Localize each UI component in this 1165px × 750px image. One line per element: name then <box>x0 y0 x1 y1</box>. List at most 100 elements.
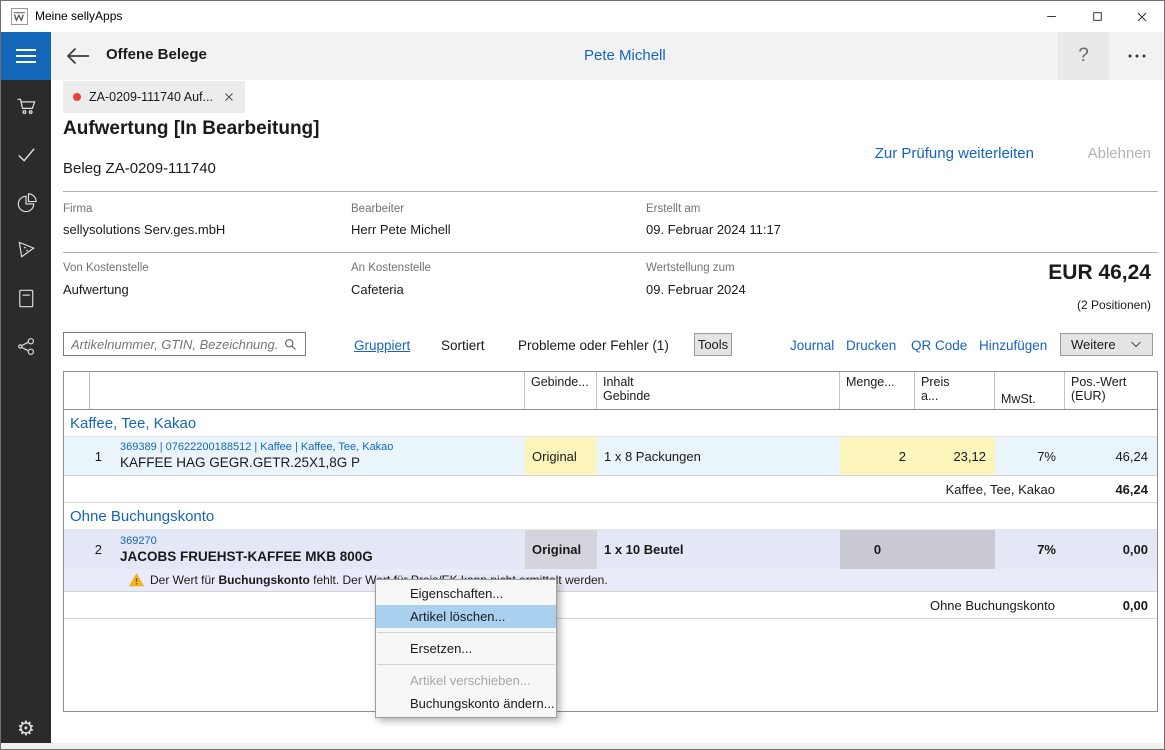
sidebar-item-share[interactable] <box>1 323 51 369</box>
group-footer: Kaffee, Tee, Kakao 46,24 <box>64 475 1157 503</box>
divider <box>63 191 1158 192</box>
field-label-firma: Firma <box>63 203 92 215</box>
sidebar-item-tasks[interactable] <box>1 131 51 177</box>
menu-item-buchungskonto-aendern[interactable]: Buchungskonto ändern... <box>376 692 556 715</box>
menu-item-artikel-verschieben: Artikel verschieben... <box>376 669 556 692</box>
user-name[interactable]: Pete Michell <box>584 47 666 64</box>
group-header-kaffee-tee-kakao[interactable]: Kaffee, Tee, Kakao <box>64 410 1157 437</box>
mwst-cell: 7% <box>995 530 1065 569</box>
probleme-oder-fehler-link[interactable]: Probleme oder Fehler (1) <box>518 338 669 353</box>
pos-wert-cell: 0,00 <box>1065 530 1157 569</box>
field-label-bearbeiter: Bearbeiter <box>351 203 404 215</box>
field-value-firma: sellysolutions Serv.ges.mbH <box>63 222 225 237</box>
weitere-label: Weitere <box>1071 337 1116 352</box>
article-name: JACOBS FRUEHST-KAFFEE MKB 800G <box>120 548 373 565</box>
row-number: 1 <box>64 449 102 464</box>
field-label-erstellt: Erstellt am <box>646 203 700 215</box>
page-title: Offene Belege <box>106 46 207 63</box>
sidebar-item-reports[interactable] <box>1 179 51 225</box>
document-tab[interactable]: ZA-0209-111740 Auf... <box>63 81 245 113</box>
group-footer-value: 46,24 <box>1065 476 1157 502</box>
gruppiert-link[interactable]: Gruppiert <box>354 338 410 353</box>
field-label-wertstellung: Wertstellung zum <box>646 262 735 274</box>
col-header-menge[interactable]: Menge... <box>840 372 915 409</box>
menu-item-ersetzen[interactable]: Ersetzen... <box>376 637 556 660</box>
question-mark-icon: ? <box>1078 45 1089 67</box>
field-value-von-kostenstelle: Aufwertung <box>63 282 129 297</box>
maximize-button[interactable] <box>1074 1 1120 32</box>
sortiert-link[interactable]: Sortiert <box>441 338 485 353</box>
back-arrow-icon <box>65 45 91 67</box>
mwst-cell: 7% <box>995 437 1065 475</box>
sidebar: ⚙ <box>1 80 51 743</box>
pennant-icon <box>15 239 38 262</box>
article-name: KAFFEE HAG GEGR.GETR.25X1,8G P <box>120 454 393 471</box>
pos-wert-cell: 46,24 <box>1065 437 1157 475</box>
tools-button[interactable]: Tools <box>694 333 732 356</box>
field-value-wertstellung: 09. Februar 2024 <box>646 282 746 297</box>
article-meta: 369270 <box>120 535 373 548</box>
sidebar-item-offers[interactable] <box>1 227 51 273</box>
tab-close-icon[interactable] <box>223 91 235 103</box>
position-count: (2 Positionen) <box>1077 298 1151 312</box>
more-options-button[interactable] <box>1112 32 1162 80</box>
drucken-link[interactable]: Drucken <box>846 338 896 353</box>
journal-link[interactable]: Journal <box>790 338 834 353</box>
table-row[interactable]: 2 369270 JACOBS FRUEHST-KAFFEE MKB 800G … <box>64 530 1157 569</box>
divider <box>63 252 1158 253</box>
chevron-down-icon <box>1130 340 1142 349</box>
inhalt-cell: 1 x 10 Beutel <box>597 530 840 569</box>
sidebar-item-cart[interactable] <box>1 83 51 129</box>
close-button[interactable] <box>1119 1 1165 32</box>
warning-icon <box>129 573 144 587</box>
share-network-icon <box>15 335 38 358</box>
preis-cell[interactable]: 23,12 <box>915 437 995 475</box>
table-header-row: Gebinde... InhaltGebinde Menge... Preisa… <box>64 372 1157 410</box>
document-subtitle: Beleg ZA-0209-111740 <box>63 160 216 177</box>
group-header-ohne-buchungskonto[interactable]: Ohne Buchungskonto <box>64 503 1157 530</box>
group-footer-label: Ohne Buchungskonto <box>64 592 1065 618</box>
field-label-an-kostenstelle: An Kostenstelle <box>351 262 431 274</box>
col-header-mwst[interactable]: MwSt. <box>995 372 1065 409</box>
gebinde-cell[interactable]: Original <box>525 530 597 569</box>
col-header-pos-wert[interactable]: Pos.-Wert(EUR) <box>1065 372 1157 409</box>
search-icon <box>283 337 298 352</box>
menge-cell[interactable]: 2 <box>840 437 915 475</box>
menu-item-eigenschaften[interactable]: Eigenschaften... <box>376 582 556 605</box>
menge-cell[interactable]: 0 <box>840 530 995 569</box>
search-input[interactable] <box>64 337 283 352</box>
total-amount: EUR 46,24 <box>1048 261 1151 285</box>
back-button[interactable] <box>65 43 95 69</box>
menu-item-artikel-loeschen[interactable]: Artikel löschen... <box>376 605 556 628</box>
group-footer-value: 0,00 <box>1065 592 1157 618</box>
col-header-preis[interactable]: Preisa... <box>915 372 995 409</box>
qr-code-link[interactable]: QR Code <box>911 338 967 353</box>
col-header-gebinde[interactable]: Gebinde... <box>525 372 597 409</box>
inhalt-cell: 1 x 8 Packungen <box>597 437 840 475</box>
col-header-empty1 <box>64 372 90 409</box>
col-header-inhalt-gebinde[interactable]: InhaltGebinde <box>597 372 840 409</box>
col-header-empty2 <box>90 372 525 409</box>
unsaved-dot-icon <box>73 93 81 101</box>
ellipsis-icon <box>1127 53 1147 59</box>
group-footer: Ohne Buchungskonto 0,00 <box>64 591 1157 619</box>
minimize-button[interactable] <box>1028 1 1074 32</box>
check-icon <box>15 143 38 166</box>
row-number: 2 <box>64 542 102 557</box>
warning-row: Der Wert für Buchungskonto fehlt. Der We… <box>64 569 1157 591</box>
window-bottom-strip <box>1 743 1164 750</box>
sidebar-item-catalog[interactable] <box>1 275 51 321</box>
menu-separator <box>377 664 555 665</box>
field-value-erstellt: 09. Februar 2024 11:17 <box>646 222 781 237</box>
tab-label: ZA-0209-111740 Auf... <box>89 90 213 104</box>
hamburger-menu-icon[interactable] <box>1 32 51 80</box>
hinzufuegen-link[interactable]: Hinzufügen <box>979 338 1047 353</box>
field-value-bearbeiter: Herr Pete Michell <box>351 222 451 237</box>
help-button[interactable]: ? <box>1058 32 1109 80</box>
forward-for-review-link[interactable]: Zur Prüfung weiterleiten <box>875 145 1034 162</box>
weitere-button[interactable]: Weitere <box>1060 333 1153 356</box>
table-row[interactable]: 1 369389 | 07622200188512 | Kaffee | Kaf… <box>64 437 1157 475</box>
article-meta: 369389 | 07622200188512 | Kaffee | Kaffe… <box>120 441 393 454</box>
gebinde-cell[interactable]: Original <box>525 437 597 475</box>
field-value-an-kostenstelle: Cafeteria <box>351 282 404 297</box>
